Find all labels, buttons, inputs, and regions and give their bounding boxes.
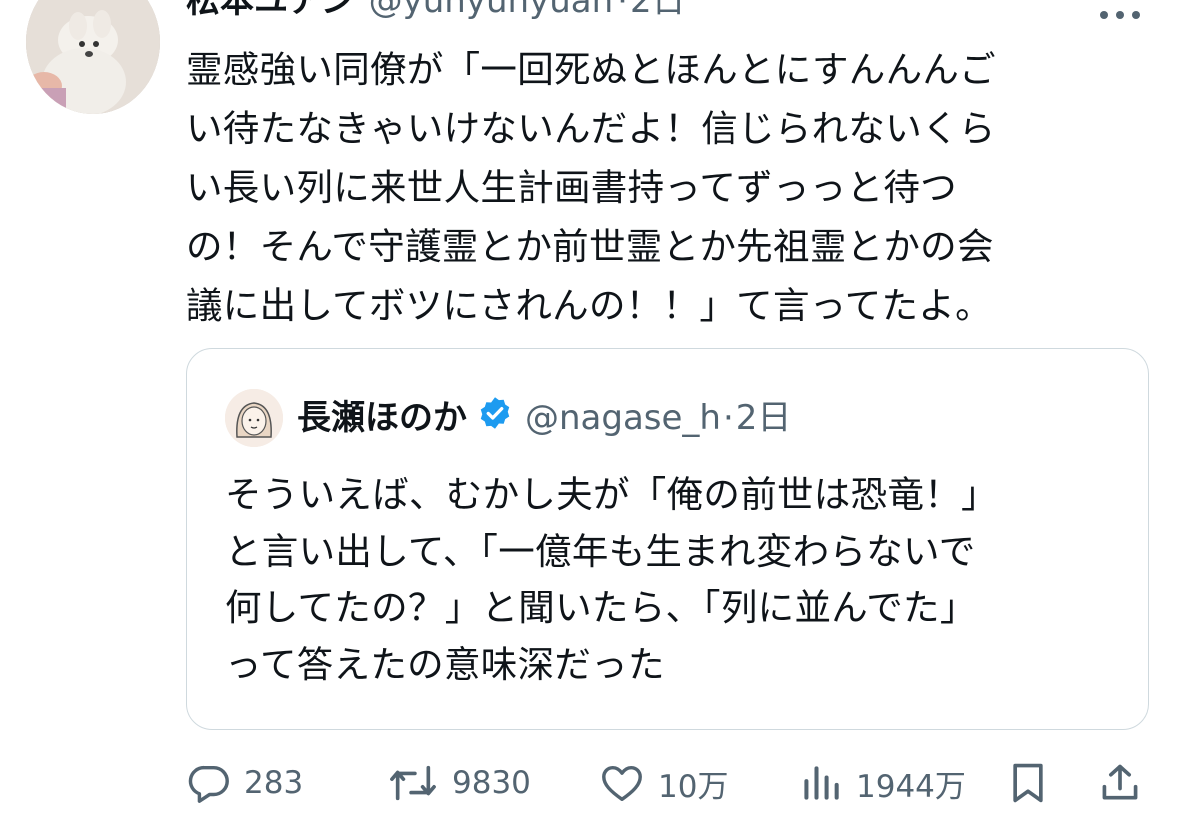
views-button[interactable]: 1944万 [800,758,966,808]
quoted-text-line: そういえば、むかし夫が「俺の前世は恐竜！」 [225,473,998,516]
tweet-time[interactable]: 2日 [630,0,686,21]
heart-icon [598,760,646,806]
tweet-text-line: 霊感強い同僚が「一回死ぬとほんとにすんんんご [186,48,996,91]
quoted-author-name: 長瀬ほのか [297,398,467,438]
tweet-text-line: 議に出してボツにされんの！！」て言ってたよ。 [186,284,992,327]
quoted-time-separator: · [722,398,734,438]
quoted-author-avatar [225,389,283,447]
verified-badge-icon [477,395,513,445]
like-button[interactable]: 10万 [598,758,728,808]
bookmark-icon [1006,759,1050,807]
repost-icon [386,760,440,806]
quoted-tweet[interactable]: 長瀬ほのか @nagase_h·2日 そういえば、むかし夫が「俺の前世は恐竜！」… [186,348,1149,730]
bookmark-button[interactable] [1006,758,1050,808]
views-count: 1944万 [856,768,966,805]
quoted-time: 2日 [735,398,792,438]
quoted-text-line: と言い出して、「一億年も生まれ変わらないで [225,529,976,573]
reply-icon [186,760,232,806]
tweet-header: 松本ユアン @yunyunyuan ·2日 [186,0,686,24]
repost-button[interactable]: 9830 [386,758,531,808]
quoted-text-line: って答えたの意味深だった [225,642,665,686]
share-button[interactable] [1098,758,1142,808]
author-name[interactable]: 松本ユアン [186,0,355,21]
reply-count: 283 [244,765,304,801]
author-avatar[interactable] [26,0,160,114]
action-bar: 283 9830 10万 1944万 [186,758,1146,808]
quoted-author-handle: @nagase_h [525,398,721,438]
quoted-text: そういえば、むかし夫が「俺の前世は恐竜！」 と言い出して、「一億年も生まれ変わら… [225,467,1125,693]
reply-button[interactable]: 283 [186,758,303,808]
quoted-header: 長瀬ほのか @nagase_h·2日 [297,393,791,443]
time-separator: · [617,0,628,21]
tweet-text-line: い待たなきゃいけないんだよ！信じられないくら [186,107,996,150]
more-icon[interactable] [1098,0,1142,29]
views-icon [800,760,844,806]
tweet-text-line: の！そんで守護霊とか前世霊とか先祖霊とかの会 [186,225,994,268]
share-icon [1098,759,1142,807]
quoted-text-line: 何してたの？」と聞いたら、「列に並んでた」 [225,586,977,629]
tweet-text: 霊感強い同僚が「一回死ぬとほんとにすんんんご い待たなきゃいけないんだよ！信じら… [186,40,1136,335]
repost-count: 9830 [452,765,531,801]
author-handle[interactable]: @yunyunyuan [369,0,614,21]
tweet-text-line: い長い列に来世人生計画書持ってずっっと待つ [186,166,957,209]
like-count: 10万 [658,768,729,805]
